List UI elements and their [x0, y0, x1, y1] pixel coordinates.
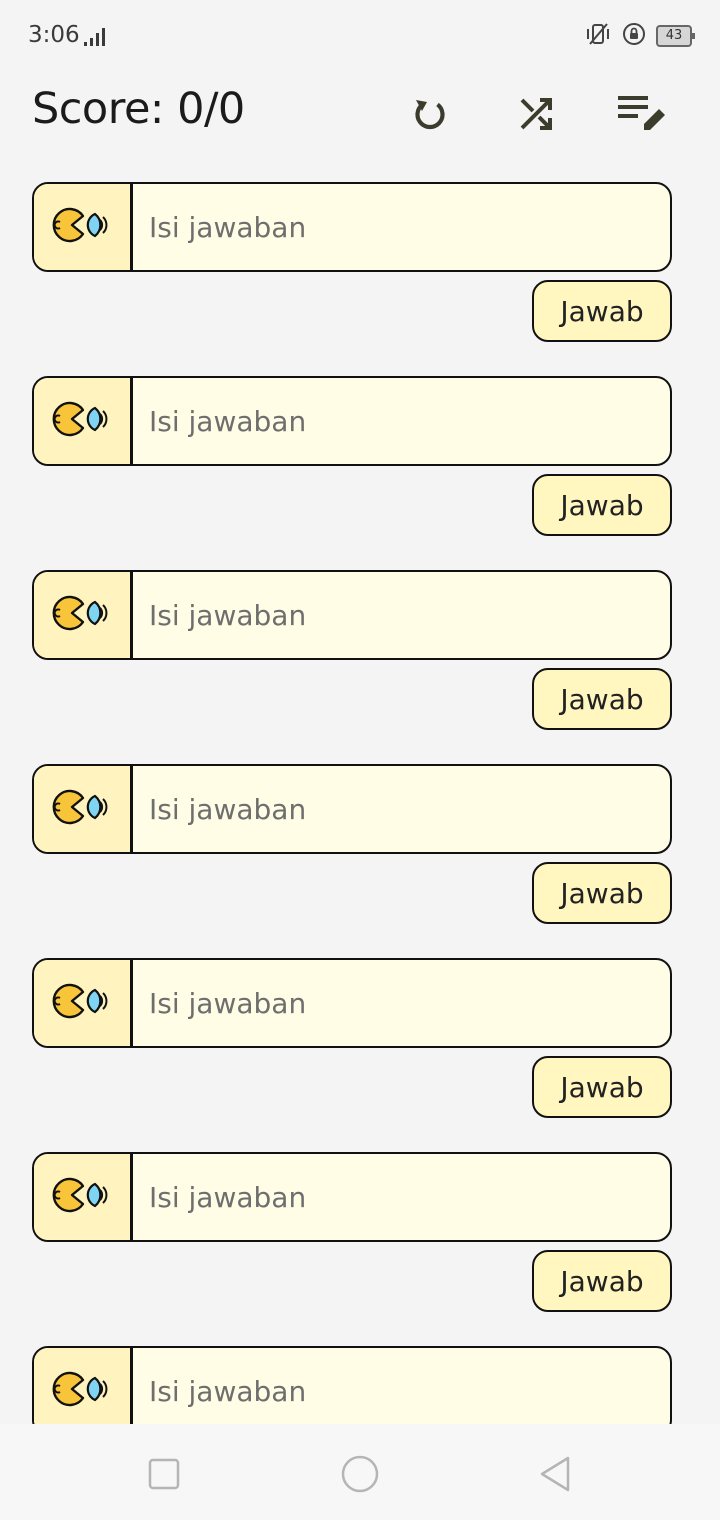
answer-card[interactable] — [32, 1346, 672, 1424]
restart-icon — [410, 94, 450, 134]
question-item: Jawab — [0, 1346, 720, 1424]
question-item: Jawab — [0, 182, 720, 376]
speaker-icon — [48, 787, 116, 831]
question-item: Jawab — [0, 764, 720, 958]
play-audio-button[interactable] — [34, 960, 133, 1046]
question-item: Jawab — [0, 958, 720, 1152]
home-button[interactable] — [338, 1452, 382, 1496]
play-audio-button[interactable] — [34, 1154, 133, 1240]
answer-card[interactable] — [32, 376, 672, 466]
jawab-button[interactable]: Jawab — [532, 474, 672, 536]
answer-input[interactable] — [133, 960, 668, 1046]
speaker-icon — [48, 399, 116, 443]
play-audio-button[interactable] — [34, 184, 133, 270]
answer-input[interactable] — [133, 572, 668, 658]
edit-list-icon — [616, 92, 668, 136]
back-icon — [534, 1456, 578, 1500]
answer-card[interactable] — [32, 764, 672, 854]
answer-card[interactable] — [32, 1152, 672, 1242]
answer-card[interactable] — [32, 182, 672, 272]
recent-apps-icon — [142, 1458, 186, 1500]
rotation-lock-icon — [622, 22, 646, 50]
answer-card[interactable] — [32, 570, 672, 660]
score-label: Score: 0/0 — [32, 84, 245, 134]
restart-button[interactable] — [402, 86, 458, 142]
speaker-icon — [48, 205, 116, 249]
speaker-icon — [48, 593, 116, 637]
status-time: 3:06 — [28, 22, 80, 48]
shuffle-button[interactable] — [508, 86, 564, 142]
speaker-icon — [48, 981, 116, 1025]
jawab-button[interactable]: Jawab — [532, 668, 672, 730]
jawab-button[interactable]: Jawab — [532, 1056, 672, 1118]
play-audio-button[interactable] — [34, 1348, 133, 1424]
speaker-icon — [48, 1175, 116, 1219]
jawab-button[interactable]: Jawab — [532, 280, 672, 342]
answer-input[interactable] — [133, 184, 668, 270]
answer-card[interactable] — [32, 958, 672, 1048]
jawab-button[interactable]: Jawab — [532, 862, 672, 924]
status-bar: 3:06 43 — [0, 0, 720, 72]
back-button[interactable] — [534, 1452, 578, 1496]
signal-icon — [84, 28, 108, 50]
play-audio-button[interactable] — [34, 572, 133, 658]
speaker-icon — [48, 1369, 116, 1413]
question-list[interactable]: Jawab Jawab Jawab Jawab Jawab Jawab Jawab — [0, 182, 720, 1424]
status-right-group: 43 — [584, 22, 695, 50]
question-item: Jawab — [0, 1152, 720, 1346]
battery-icon: 43 — [656, 25, 695, 47]
edit-list-button[interactable] — [614, 86, 670, 142]
answer-input[interactable] — [133, 766, 668, 852]
navigation-bar — [0, 1424, 720, 1520]
home-icon — [338, 1455, 382, 1500]
question-item: Jawab — [0, 376, 720, 570]
answer-input[interactable] — [133, 1348, 668, 1424]
vibrate-icon — [584, 22, 612, 50]
answer-input[interactable] — [133, 378, 668, 464]
jawab-button[interactable]: Jawab — [532, 1250, 672, 1312]
answer-input[interactable] — [133, 1154, 668, 1240]
recent-apps-button[interactable] — [142, 1452, 186, 1496]
question-item: Jawab — [0, 570, 720, 764]
header: Score: 0/0 — [0, 72, 720, 160]
shuffle-icon — [516, 94, 556, 134]
play-audio-button[interactable] — [34, 378, 133, 464]
play-audio-button[interactable] — [34, 766, 133, 852]
